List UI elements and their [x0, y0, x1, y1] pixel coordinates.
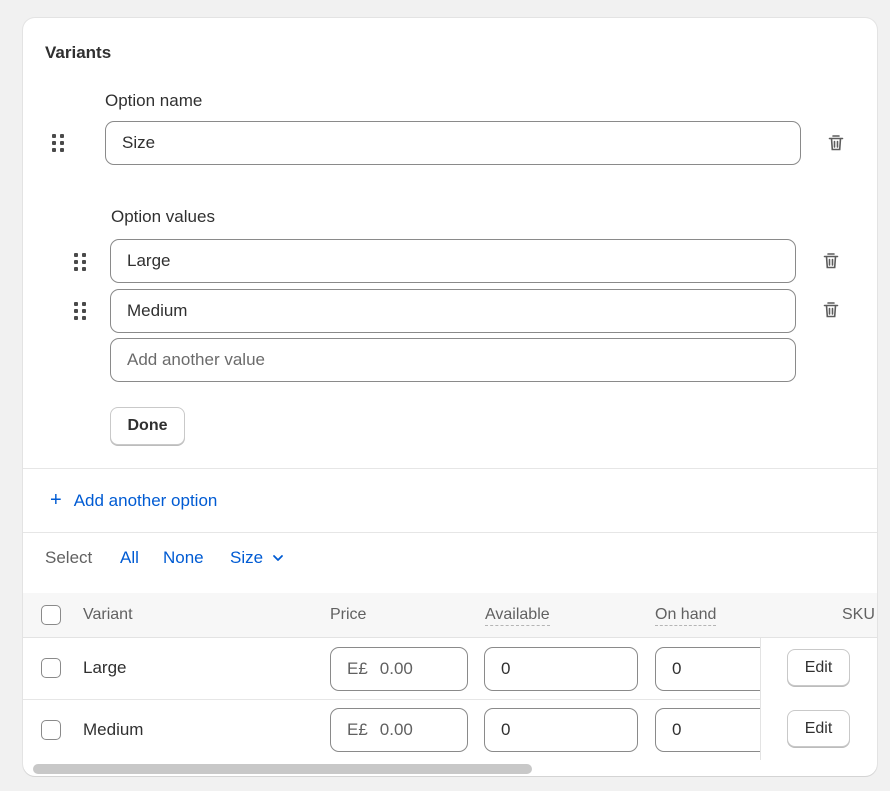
option-name-input[interactable]: Size [105, 121, 801, 165]
variants-card: Variants Option name Size Option values … [23, 18, 877, 776]
available-input[interactable]: 0 [484, 708, 638, 752]
available-input[interactable]: 0 [484, 647, 638, 691]
currency-prefix: E£ [347, 659, 368, 678]
section-title: Variants [45, 43, 112, 62]
header-variant: Variant [83, 606, 133, 623]
option-value-input[interactable]: Large [110, 239, 796, 283]
table-header: Variant Price Available On hand SKU [23, 593, 877, 638]
add-option-button[interactable]: + Add another option [50, 489, 217, 512]
price-input[interactable]: E£ 0.00 [330, 708, 468, 752]
drag-handle-icon[interactable] [74, 253, 86, 271]
select-size-label: Size [230, 548, 264, 567]
variant-name: Medium [83, 720, 144, 739]
select-label: Select [45, 548, 93, 567]
trash-icon[interactable] [821, 251, 841, 271]
edit-button[interactable]: Edit [787, 649, 850, 686]
price-value: 0.00 [379, 659, 413, 678]
chevron-down-icon [273, 555, 283, 561]
option-value-input[interactable]: Medium [110, 289, 796, 333]
select-all-checkbox[interactable] [41, 605, 61, 625]
header-available[interactable]: Available [485, 606, 550, 626]
price-value: 0.00 [379, 720, 413, 739]
row-checkbox[interactable] [41, 658, 61, 678]
header-on-hand[interactable]: On hand [655, 606, 717, 626]
on-hand-input[interactable]: 0 [655, 647, 795, 691]
plus-icon: + [50, 489, 62, 511]
table-row: Medium E£ 0.00 0 0 Edit [23, 700, 877, 761]
row-checkbox[interactable] [41, 720, 61, 740]
done-button[interactable]: Done [110, 407, 185, 445]
select-size-dropdown[interactable]: Size [230, 548, 285, 568]
add-option-label: Add another option [73, 490, 218, 510]
horizontal-scrollbar[interactable] [33, 764, 532, 774]
trash-icon[interactable] [821, 300, 841, 320]
add-value-input[interactable]: Add another value [110, 338, 796, 382]
table-row: Large E£ 0.00 0 0 Edit [23, 638, 877, 700]
drag-handle-icon[interactable] [52, 134, 64, 152]
variant-name: Large [83, 658, 127, 677]
price-input[interactable]: E£ 0.00 [330, 647, 468, 691]
header-price: Price [330, 606, 367, 623]
drag-handle-icon[interactable] [74, 302, 86, 320]
select-all-link[interactable]: All [120, 548, 139, 568]
divider [23, 468, 877, 469]
currency-prefix: E£ [347, 720, 368, 739]
header-sku: SKU [842, 606, 875, 623]
trash-icon[interactable] [826, 133, 846, 153]
option-name-label: Option name [105, 91, 203, 110]
on-hand-input[interactable]: 0 [655, 708, 795, 752]
option-values-label: Option values [111, 207, 215, 226]
edit-button[interactable]: Edit [787, 710, 850, 747]
select-none-link[interactable]: None [163, 548, 204, 568]
divider [23, 532, 877, 533]
